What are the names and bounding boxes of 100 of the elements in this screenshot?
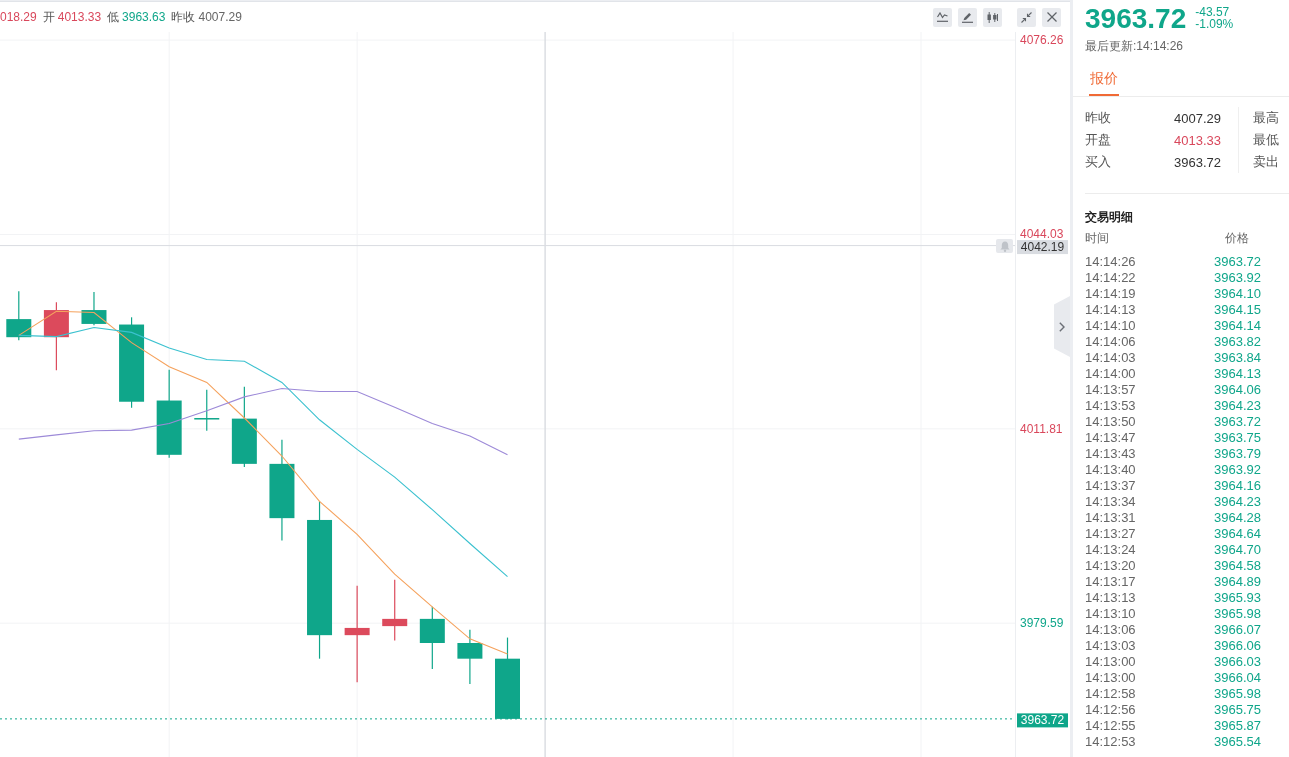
- trade-time: 14:13:06: [1085, 621, 1136, 637]
- trade-price: 3966.07: [1214, 621, 1261, 637]
- bell-icon: [999, 240, 1010, 252]
- quote-tab[interactable]: 报价: [1089, 67, 1119, 96]
- trade-price: 3964.70: [1214, 541, 1261, 557]
- trade-time: 14:14:26: [1085, 253, 1136, 269]
- chart-type-button[interactable]: [983, 7, 1002, 27]
- trade-price: 3964.13: [1214, 365, 1261, 381]
- quote-value: 4013.33: [57, 10, 102, 24]
- trade-time: 14:12:55: [1085, 717, 1136, 733]
- quote-label: 最高: [1253, 109, 1279, 127]
- candle: [457, 629, 483, 685]
- quote-label: 卖出: [1253, 153, 1279, 171]
- trade-price: 3965.54: [1214, 733, 1261, 749]
- candle: [6, 290, 32, 341]
- quote-label: 买入: [1085, 153, 1111, 171]
- trade-price: 3964.23: [1214, 493, 1261, 509]
- price-axis-label: 4044.03: [1020, 227, 1064, 242]
- column-header: 价格: [1225, 231, 1249, 245]
- trade-price: 3963.92: [1214, 269, 1261, 285]
- price-change: -43.57: [1195, 6, 1231, 18]
- trade-time: 14:13:43: [1085, 445, 1136, 461]
- trade-time: 14:13:31: [1085, 509, 1136, 525]
- update-time: 最后更新:14:14:26: [1085, 39, 1185, 53]
- trade-price: 3965.98: [1214, 685, 1261, 701]
- trade-time: 14:13:10: [1085, 605, 1136, 621]
- trade-time: 14:13:37: [1085, 477, 1136, 493]
- trade-price: 3963.92: [1214, 461, 1261, 477]
- trade-time: 14:12:56: [1085, 701, 1136, 717]
- trade-price: 3966.03: [1214, 653, 1261, 669]
- trade-time: 14:13:34: [1085, 493, 1136, 509]
- crosshair-price-label: 4042.19: [1017, 240, 1068, 255]
- price-axis-label: 4011.81: [1020, 421, 1063, 436]
- trade-price: 3964.15: [1214, 301, 1261, 317]
- trade-time: 14:14:19: [1085, 285, 1136, 301]
- price-axis-label: 4076.26: [1020, 33, 1064, 48]
- trade-time: 14:13:47: [1085, 429, 1136, 445]
- quote-value: 4007.29: [1174, 110, 1221, 126]
- trade-price: 3964.58: [1214, 557, 1261, 573]
- quote-value: 3963.72: [1174, 154, 1221, 170]
- trade-price: 3963.75: [1214, 429, 1261, 445]
- trade-time: 14:14:22: [1085, 269, 1136, 285]
- trade-price: 3964.10: [1214, 285, 1261, 301]
- column-header: 时间: [1085, 231, 1109, 245]
- close-button[interactable]: [1042, 7, 1061, 27]
- trade-price: 3965.87: [1214, 717, 1261, 733]
- candle: [43, 301, 69, 371]
- trade-time: 14:13:24: [1085, 541, 1136, 557]
- trade-time: 14:13:57: [1085, 381, 1136, 397]
- trade-price: 3964.89: [1214, 573, 1261, 589]
- quote-value: 3963.63: [122, 10, 166, 24]
- trade-time: 14:13:20: [1085, 557, 1136, 573]
- candle: [194, 389, 220, 432]
- trade-time: 14:14:03: [1085, 349, 1136, 365]
- line-chart-icon: [937, 12, 948, 22]
- draw-button[interactable]: [958, 7, 977, 27]
- quote-value: 018.29: [0, 10, 37, 24]
- quote-label: 开: [42, 10, 55, 24]
- last-price: 3963.72: [1085, 3, 1187, 35]
- trade-price: 3963.72: [1214, 253, 1261, 269]
- trade-price: 3965.93: [1214, 589, 1261, 605]
- quote-label: 开盘: [1085, 131, 1111, 149]
- trade-price: 3964.06: [1214, 381, 1261, 397]
- candle: [419, 606, 445, 670]
- shrink-button[interactable]: [1017, 7, 1036, 27]
- trade-time: 14:13:13: [1085, 589, 1136, 605]
- candlestick-icon: [987, 11, 998, 23]
- shrink-icon: [1021, 11, 1032, 23]
- quote-value: 4007.29: [198, 10, 242, 24]
- trade-time: 14:13:40: [1085, 461, 1136, 477]
- trade-price: 3964.64: [1214, 525, 1261, 541]
- trade-time: 14:13:27: [1085, 525, 1136, 541]
- trade-time: 14:12:53: [1085, 733, 1136, 749]
- quote-label: 最低: [1253, 131, 1279, 149]
- indicator-button[interactable]: [933, 7, 952, 27]
- trade-price: 3963.72: [1214, 413, 1261, 429]
- quote-label: 昨收: [1085, 109, 1111, 127]
- trade-time: 14:14:06: [1085, 333, 1136, 349]
- price-axis-label: 3979.59: [1020, 616, 1064, 631]
- section-title: 交易明细: [1085, 210, 1134, 224]
- trade-time: 14:14:13: [1085, 301, 1136, 317]
- trade-price: 3964.14: [1214, 317, 1261, 333]
- candle: [81, 291, 107, 326]
- trade-price: 3963.79: [1214, 445, 1261, 461]
- trade-time: 14:14:10: [1085, 317, 1136, 333]
- trade-time: 14:13:50: [1085, 413, 1136, 429]
- trade-time: 14:14:00: [1085, 365, 1136, 381]
- trade-price: 3965.98: [1214, 605, 1261, 621]
- trade-price: 3965.75: [1214, 701, 1261, 717]
- quote-value: 4013.33: [1174, 132, 1221, 148]
- pencil-icon: [962, 11, 973, 23]
- trade-time: 14:13:53: [1085, 397, 1136, 413]
- trade-price: 3964.23: [1214, 397, 1261, 413]
- trade-time: 14:13:03: [1085, 637, 1136, 653]
- candle: [382, 579, 408, 642]
- chevron-right-icon: [1059, 321, 1065, 332]
- trade-price: 3964.28: [1214, 509, 1261, 525]
- trade-price: 3963.84: [1214, 349, 1261, 365]
- trade-time: 14:13:17: [1085, 573, 1136, 589]
- trade-price: 3966.06: [1214, 637, 1261, 653]
